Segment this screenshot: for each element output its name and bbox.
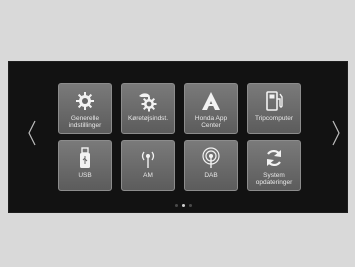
tile-vehicle-settings[interactable]: Køretøjsindst. [121,83,175,134]
gear-icon [74,90,96,112]
tile-general-settings[interactable]: Generelle indstillinger [58,83,112,134]
page: Generelle indstillinger Køretøjsindst. H… [0,0,355,267]
home-screen: Generelle indstillinger Køretøjsindst. H… [8,61,348,213]
tile-system-updates[interactable]: System opdateringer [247,140,301,191]
chevron-left-icon [28,120,36,146]
tile-label: Honda App Center [194,115,228,129]
tile-label: System opdateringer [255,172,293,186]
tile-label: Køretøjsindst. [127,115,169,122]
tile-label: USB [78,172,92,179]
page-indicator [168,204,198,210]
fuel-pump-icon [263,90,285,112]
tile-honda-app-center[interactable]: Honda App Center [184,83,238,134]
page-dot-active[interactable] [181,204,185,207]
tile-usb[interactable]: USB [58,140,112,191]
usb-icon [74,147,96,169]
page-dot[interactable] [174,204,178,207]
page-dot[interactable] [188,204,192,207]
next-page-button[interactable] [328,119,344,147]
tile-am[interactable]: AM [121,140,175,191]
tile-dab[interactable]: DAB [184,140,238,191]
tile-tripcomputer[interactable]: Tripcomputer [247,83,301,134]
vehicle-settings-icon [137,90,159,112]
am-antenna-icon [137,147,159,169]
honda-app-center-icon [200,90,222,112]
refresh-icon [263,147,285,169]
tile-label: Generelle indstillinger [68,115,102,129]
tile-label: DAB [204,172,218,179]
previous-page-button[interactable] [24,119,40,147]
dab-antenna-icon [200,147,222,169]
tile-label: Tripcomputer [254,115,294,122]
app-grid: Generelle indstillinger Køretøjsindst. H… [58,83,302,201]
tile-label: AM [143,172,153,179]
chevron-right-icon [332,120,340,146]
